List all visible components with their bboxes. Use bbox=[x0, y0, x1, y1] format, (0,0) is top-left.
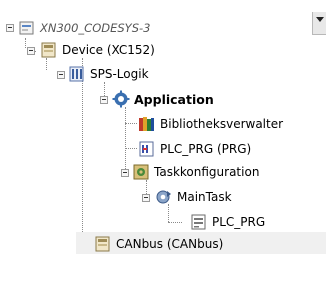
tree-item-label: PLC_PRG (PRG) bbox=[160, 142, 252, 156]
tree-connector bbox=[125, 107, 126, 173]
library-books-icon bbox=[139, 117, 154, 131]
tree-item-canbus[interactable]: CANbus (CANbus) bbox=[94, 234, 223, 254]
dropdown-button[interactable] bbox=[312, 12, 326, 35]
plc-logic-icon bbox=[69, 66, 84, 82]
tree-item-label: Application bbox=[134, 91, 214, 107]
tree-item-label: Device (XC152) bbox=[62, 43, 155, 57]
tree-item-label: SPS-Logik bbox=[90, 67, 149, 81]
tree-connector bbox=[125, 148, 137, 149]
project-icon bbox=[19, 21, 34, 35]
tree-item-plc-logic[interactable]: SPS-Logik bbox=[68, 64, 149, 84]
collapse-toggle[interactable] bbox=[121, 169, 129, 177]
collapse-toggle[interactable] bbox=[27, 47, 35, 55]
collapse-toggle[interactable] bbox=[142, 194, 150, 202]
chevron-down-icon bbox=[316, 17, 324, 22]
tree-item-task-configuration[interactable]: Taskkonfiguration bbox=[132, 162, 259, 182]
tree-item-task-plc-prg[interactable]: PLC_PRG bbox=[190, 212, 265, 232]
tree-item-label: Bibliotheksverwalter bbox=[160, 117, 284, 131]
tree-connector bbox=[168, 222, 182, 223]
task-icon bbox=[156, 190, 171, 204]
tree-connector bbox=[146, 180, 147, 194]
tree-item-device[interactable]: Device (XC152) bbox=[40, 40, 155, 60]
canbus-device-icon bbox=[95, 236, 110, 252]
collapse-toggle[interactable] bbox=[6, 24, 14, 32]
tree-item-label: Taskkonfiguration bbox=[154, 165, 260, 179]
tree-item-project[interactable]: XN300_CODESYS-3 bbox=[18, 18, 150, 38]
tree-item-main-task[interactable]: MainTask bbox=[155, 187, 232, 207]
tree-item-label: XN300_CODESYS-3 bbox=[40, 21, 151, 35]
task-configuration-icon bbox=[133, 164, 149, 180]
tree-item-application[interactable]: Application bbox=[112, 89, 214, 109]
tree-item-library-manager[interactable]: Bibliotheksverwalter bbox=[138, 114, 283, 134]
tree-item-label: CANbus (CANbus) bbox=[116, 237, 224, 251]
tree-item-label: PLC_PRG bbox=[212, 215, 266, 229]
tree-connector bbox=[25, 38, 26, 48]
collapse-toggle[interactable] bbox=[100, 96, 108, 104]
collapse-toggle[interactable] bbox=[57, 71, 65, 79]
application-gear-icon bbox=[112, 90, 130, 108]
program-icon bbox=[139, 141, 154, 157]
tree-item-label: MainTask bbox=[177, 190, 232, 204]
device-icon bbox=[41, 42, 56, 58]
tree-connector bbox=[82, 58, 83, 246]
device-tree-panel: XN300_CODESYS-3 Device (XC152) SPS-Logik bbox=[0, 0, 326, 291]
tree-connector bbox=[104, 82, 105, 96]
tree-connector bbox=[125, 123, 137, 124]
tree-item-plc-prg[interactable]: PLC_PRG (PRG) bbox=[138, 139, 251, 159]
program-call-icon bbox=[191, 214, 206, 230]
